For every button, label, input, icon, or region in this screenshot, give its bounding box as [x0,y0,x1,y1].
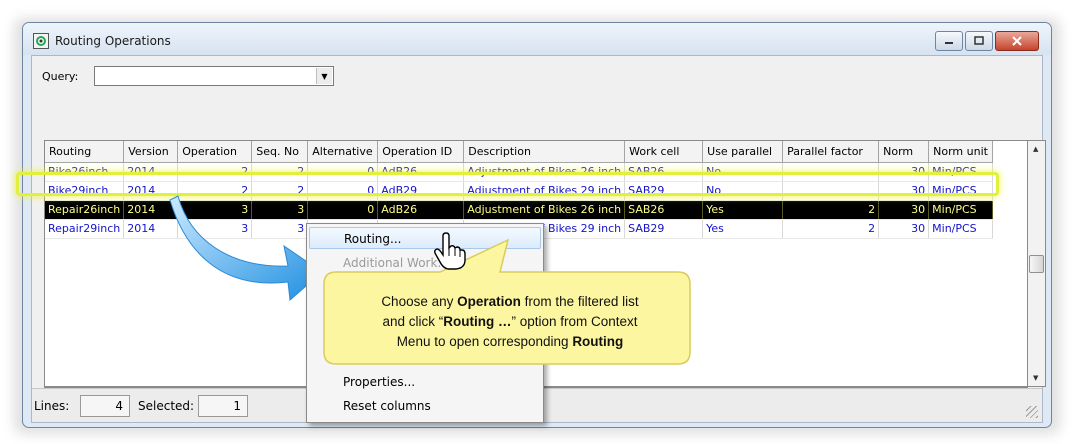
callout-line1b: Operation [457,294,521,309]
callout-line1a: Choose any [381,294,458,309]
callout-bubble [323,238,691,365]
callout-line1c: from the filtered list [520,294,639,309]
callout-line3a: Menu to open corresponding [396,334,573,349]
callout-line2a: and click “ [382,314,444,329]
hand-pointer-icon [434,232,466,270]
callout-line2c: ” option from Context [511,314,638,329]
callout-text: Choose any Operation from the filtered l… [330,292,690,352]
callout-line2b: Routing … [443,314,512,329]
callout-line3b: Routing [572,334,624,349]
